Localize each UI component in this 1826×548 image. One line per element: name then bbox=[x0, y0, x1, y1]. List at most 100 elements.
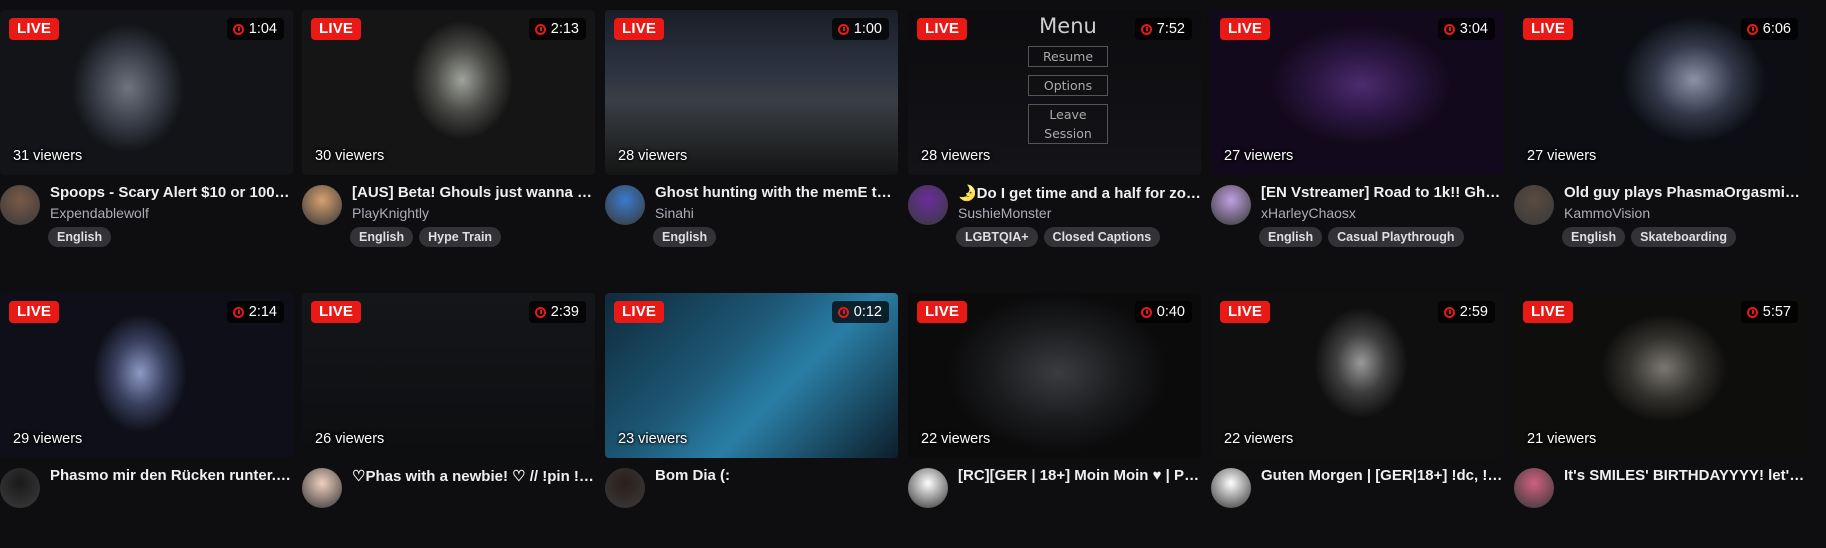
uptime-badge: 2:59 bbox=[1437, 301, 1495, 323]
stream-thumbnail[interactable]: LIVE 0:40 22 viewers bbox=[908, 293, 1201, 458]
stream-thumbnail[interactable]: LIVE 1:04 31 viewers bbox=[0, 10, 293, 175]
clock-icon bbox=[1443, 23, 1455, 35]
uptime-text: 7:52 bbox=[1156, 21, 1185, 37]
stream-title[interactable]: Old guy plays PhasmaOrgasmicPh... bbox=[1564, 184, 1807, 201]
stream-title[interactable]: Phasmo mir den Rücken runter... !... bbox=[50, 467, 293, 484]
tag-button[interactable]: Hype Train bbox=[419, 227, 502, 247]
uptime-badge: 7:52 bbox=[1134, 18, 1192, 40]
live-badge: LIVE bbox=[917, 301, 968, 323]
stream-thumbnail[interactable]: LIVE 5:57 21 viewers bbox=[1514, 293, 1807, 458]
viewer-count: 27 viewers bbox=[1224, 148, 1294, 164]
tag-button[interactable]: English bbox=[1259, 227, 1323, 247]
channel-name[interactable]: SushieMonster bbox=[958, 205, 1051, 221]
avatar[interactable] bbox=[1514, 468, 1554, 508]
viewer-count: 28 viewers bbox=[618, 148, 688, 164]
tag-list: English Hype Train bbox=[350, 227, 502, 247]
stream-title[interactable]: Ghost hunting with the memE tEam bbox=[655, 184, 898, 201]
uptime-badge: 0:40 bbox=[1134, 301, 1192, 323]
uptime-text: 1:04 bbox=[248, 21, 277, 37]
uptime-badge: 1:00 bbox=[831, 18, 889, 40]
game-menu-item: Resume bbox=[1028, 46, 1108, 67]
uptime-badge: 5:57 bbox=[1740, 301, 1798, 323]
avatar[interactable] bbox=[1211, 468, 1251, 508]
uptime-badge: 3:04 bbox=[1437, 18, 1495, 40]
avatar[interactable] bbox=[605, 185, 645, 225]
tag-button[interactable]: English bbox=[1562, 227, 1626, 247]
avatar[interactable] bbox=[1514, 185, 1554, 225]
clock-icon bbox=[1746, 23, 1758, 35]
tag-button[interactable]: Casual Playthrough bbox=[1328, 227, 1464, 247]
avatar[interactable] bbox=[0, 468, 40, 508]
stream-title[interactable]: ♡Phas with a newbie! ♡ // !pin !ge... bbox=[352, 467, 595, 485]
stream-grid: LIVE 1:04 31 viewers Spoops - Scary Aler… bbox=[0, 0, 1826, 508]
stream-title[interactable]: Bom Dia (: bbox=[655, 467, 898, 484]
viewer-count: 31 viewers bbox=[13, 148, 83, 164]
stream-title[interactable]: Guten Morgen | [GER|18+] !dc, !cl... bbox=[1261, 467, 1504, 484]
clock-icon bbox=[1140, 23, 1152, 35]
clock-icon bbox=[1443, 306, 1455, 318]
avatar[interactable] bbox=[908, 185, 948, 225]
uptime-text: 2:59 bbox=[1459, 304, 1488, 320]
stream-meta: 🌛Do I get time and a half for zom... Sus… bbox=[908, 185, 1201, 265]
stream-thumbnail[interactable]: LIVE 2:14 29 viewers bbox=[0, 293, 293, 458]
live-badge: LIVE bbox=[311, 301, 362, 323]
stream-thumbnail[interactable]: LIVE 2:39 26 viewers bbox=[302, 293, 595, 458]
live-badge: LIVE bbox=[614, 18, 665, 40]
channel-name[interactable]: Sinahi bbox=[655, 205, 694, 221]
stream-thumbnail[interactable]: LIVE 3:04 27 viewers bbox=[1211, 10, 1504, 175]
clock-icon bbox=[232, 306, 244, 318]
live-badge: LIVE bbox=[614, 301, 665, 323]
tag-list: LGBTQIA+ Closed Captions bbox=[956, 227, 1161, 247]
stream-thumbnail[interactable]: LIVE 0:12 23 viewers bbox=[605, 293, 898, 458]
uptime-text: 6:06 bbox=[1762, 21, 1791, 37]
uptime-text: 0:12 bbox=[853, 304, 882, 320]
stream-thumbnail[interactable]: LIVE 2:59 22 viewers bbox=[1211, 293, 1504, 458]
stream-thumbnail[interactable]: LIVE 1:00 28 viewers bbox=[605, 10, 898, 175]
tag-button[interactable]: English bbox=[350, 227, 414, 247]
avatar[interactable] bbox=[605, 468, 645, 508]
live-badge: LIVE bbox=[1523, 301, 1574, 323]
channel-name[interactable]: KammoVision bbox=[1564, 205, 1650, 221]
avatar[interactable] bbox=[1211, 185, 1251, 225]
stream-title[interactable]: [AUS] Beta! Ghouls just wanna ha... bbox=[352, 184, 595, 201]
tag-button[interactable]: LGBTQIA+ bbox=[956, 227, 1038, 247]
viewer-count: 22 viewers bbox=[1224, 431, 1294, 447]
tag-list: English Casual Playthrough bbox=[1259, 227, 1464, 247]
channel-name[interactable]: PlayKnightly bbox=[352, 205, 429, 221]
stream-meta: Bom Dia (: bbox=[605, 467, 898, 548]
avatar[interactable] bbox=[0, 185, 40, 225]
live-badge: LIVE bbox=[1220, 301, 1271, 323]
viewer-count: 21 viewers bbox=[1527, 431, 1597, 447]
uptime-badge: 2:14 bbox=[226, 301, 284, 323]
tag-button[interactable]: Closed Captions bbox=[1043, 227, 1161, 247]
viewer-count: 27 viewers bbox=[1527, 148, 1597, 164]
uptime-text: 3:04 bbox=[1459, 21, 1488, 37]
stream-title[interactable]: 🌛Do I get time and a half for zom... bbox=[958, 184, 1201, 202]
viewer-count: 22 viewers bbox=[921, 431, 991, 447]
stream-meta: [RC][GER | 18+] Moin Moin ♥ | Pha... bbox=[908, 467, 1201, 548]
stream-title[interactable]: [RC][GER | 18+] Moin Moin ♥ | Pha... bbox=[958, 467, 1201, 484]
avatar[interactable] bbox=[302, 185, 342, 225]
stream-thumbnail[interactable]: LIVE 2:13 30 viewers bbox=[302, 10, 595, 175]
stream-title[interactable]: Spoops - Scary Alert $10 or 1000... bbox=[50, 184, 293, 201]
avatar[interactable] bbox=[302, 468, 342, 508]
stream-title[interactable]: It's SMILES' BIRTHDAYYYY! let's g... bbox=[1564, 467, 1807, 484]
uptime-badge: 2:39 bbox=[528, 301, 586, 323]
stream-meta: ♡Phas with a newbie! ♡ // !pin !ge... bbox=[302, 468, 595, 548]
live-badge: LIVE bbox=[9, 301, 60, 323]
uptime-text: 2:14 bbox=[248, 304, 277, 320]
tag-button[interactable]: Skateboarding bbox=[1631, 227, 1736, 247]
uptime-text: 2:13 bbox=[550, 21, 579, 37]
tag-button[interactable]: English bbox=[48, 227, 112, 247]
channel-name[interactable]: xHarleyChaosx bbox=[1261, 205, 1356, 221]
uptime-text: 0:40 bbox=[1156, 304, 1185, 320]
stream-title[interactable]: [EN Vstreamer] Road to 1k!! Ghost... bbox=[1261, 184, 1504, 201]
channel-name[interactable]: Expendablewolf bbox=[50, 205, 149, 221]
clock-icon bbox=[1140, 306, 1152, 318]
tag-button[interactable]: English bbox=[653, 227, 717, 247]
viewer-count: 30 viewers bbox=[315, 148, 385, 164]
stream-thumbnail[interactable]: Menu Resume Options Leave Session LIVE 7:5… bbox=[908, 10, 1201, 175]
stream-meta: Ghost hunting with the memE tEam Sinahi … bbox=[605, 184, 898, 265]
stream-thumbnail[interactable]: LIVE 6:06 27 viewers bbox=[1514, 10, 1807, 175]
avatar[interactable] bbox=[908, 468, 948, 508]
